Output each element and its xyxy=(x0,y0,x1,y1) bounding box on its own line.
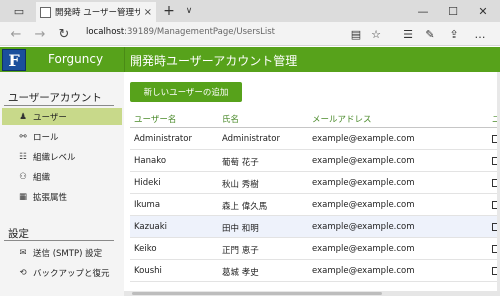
window-maximize-button[interactable]: ☐ xyxy=(438,0,468,22)
browser-tab[interactable]: 開発時 ユーザー管理サービ × xyxy=(36,2,156,22)
cell-email: example@example.com xyxy=(312,244,415,254)
cell-username: Kazuaki xyxy=(134,222,167,232)
favorite-star-icon[interactable]: ☆ xyxy=(366,22,386,46)
sidebar-item-extended-attributes[interactable]: ▦ 拡張属性 xyxy=(0,188,124,205)
cell-email: example@example.com xyxy=(312,134,415,144)
table-row[interactable]: Koushi 葛城 孝史 example@example.com xyxy=(130,260,500,282)
more-options-icon[interactable]: … xyxy=(470,22,490,46)
brand-name: Forguncy xyxy=(48,52,104,66)
tab-title: 開発時 ユーザー管理サービ xyxy=(55,8,140,18)
org-level-icon: ☷ xyxy=(19,151,27,162)
main-content: 新しいユーザーの追加 ユーザー名 氏名 メールアドレス ユ Administra… xyxy=(124,72,500,296)
page-favicon-icon xyxy=(40,6,51,18)
window-close-button[interactable]: ✕ xyxy=(468,0,498,22)
sidebar-item-backup-restore[interactable]: ⟲ バックアップと復元 xyxy=(0,264,124,281)
cell-email: example@example.com xyxy=(312,266,415,276)
cell-fullname: 田中 和明 xyxy=(222,224,259,234)
table-row[interactable]: Kazuaki 田中 和明 example@example.com xyxy=(130,216,500,238)
sidebar-item-roles[interactable]: ⚯ ロール xyxy=(0,128,124,145)
sidebar-item-organizations[interactable]: ⚇ 組織 xyxy=(0,168,124,185)
sidebar-item-label: ユーザー xyxy=(33,112,67,123)
sidebar-item-label: 組織 xyxy=(33,172,51,183)
table-row[interactable]: Ikuma 森上 偉久馬 example@example.com xyxy=(130,194,500,216)
horizontal-scrollbar[interactable] xyxy=(124,291,500,296)
users-table: ユーザー名 氏名 メールアドレス ユ Administrator Adminis… xyxy=(130,108,500,282)
hub-icon[interactable]: ☰ xyxy=(398,22,418,46)
back-arrow-icon[interactable]: ← xyxy=(4,22,28,46)
cell-fullname: 秋山 秀樹 xyxy=(222,180,259,190)
table-row[interactable]: Administrator Administrator example@exam… xyxy=(130,128,500,150)
horizontal-scrollbar-thumb[interactable] xyxy=(132,292,382,295)
url-field[interactable]: localhost:39189/ManagementPage/UsersList xyxy=(86,27,275,37)
share-icon[interactable]: ⇪ xyxy=(444,22,464,46)
user-icon: ♟ xyxy=(19,111,27,122)
web-note-icon[interactable]: ✎ xyxy=(420,22,440,46)
sidebar-item-label: バックアップと復元 xyxy=(33,268,110,279)
tab-close-icon[interactable]: × xyxy=(144,7,152,18)
mail-icon: ✉ xyxy=(19,247,27,258)
page-title: 開発時ユーザーアカウント管理 xyxy=(130,54,298,68)
reading-view-icon[interactable]: ▤ xyxy=(346,22,366,46)
url-host: localhost xyxy=(86,27,125,37)
forguncy-logo: F xyxy=(2,49,26,71)
cell-username: Hanako xyxy=(134,156,167,166)
forward-arrow-icon[interactable]: → xyxy=(28,22,52,46)
cell-username: Hideki xyxy=(134,178,161,188)
sidebar: ユーザーアカウント ♟ ユーザー ⚯ ロール ☷ 組織レベル ⚇ 組織 ▦ 拡張… xyxy=(0,72,124,296)
cell-fullname: Administrator xyxy=(222,134,280,144)
app-header: F Forguncy 開発時ユーザーアカウント管理 xyxy=(0,47,500,72)
table-row[interactable]: Hanako 葡萄 花子 example@example.com xyxy=(130,150,500,172)
header-divider xyxy=(124,47,125,72)
url-path: :39189/ManagementPage/UsersList xyxy=(124,27,276,37)
cell-username: Koushi xyxy=(134,266,162,276)
cell-email: example@example.com xyxy=(312,156,415,166)
sidebar-item-org-levels[interactable]: ☷ 組織レベル xyxy=(0,148,124,165)
column-header-fullname[interactable]: 氏名 xyxy=(222,113,239,125)
window-minimize-button[interactable]: — xyxy=(408,0,438,22)
sidebar-divider xyxy=(4,105,114,106)
sidebar-item-label: ロール xyxy=(33,132,59,143)
cell-email: example@example.com xyxy=(312,222,415,232)
table-row[interactable]: Keiko 正門 恵子 example@example.com xyxy=(130,238,500,260)
tab-actions-icon[interactable]: ▭ xyxy=(8,0,30,22)
backup-icon: ⟲ xyxy=(19,267,27,278)
org-icon: ⚇ xyxy=(19,171,27,182)
cell-email: example@example.com xyxy=(312,200,415,210)
table-header: ユーザー名 氏名 メールアドレス ユ xyxy=(130,108,500,128)
column-header-email[interactable]: メールアドレス xyxy=(312,113,372,125)
sidebar-item-label: 送信 (SMTP) 設定 xyxy=(33,248,103,259)
cell-username: Ikuma xyxy=(134,200,161,210)
add-user-button[interactable]: 新しいユーザーの追加 xyxy=(130,82,242,102)
cell-fullname: 葛城 孝史 xyxy=(222,268,259,278)
tab-menu-chevron-icon[interactable]: ∨ xyxy=(180,0,198,22)
column-header-username[interactable]: ユーザー名 xyxy=(134,113,176,125)
sidebar-divider xyxy=(4,240,114,241)
cell-email: example@example.com xyxy=(312,178,415,188)
refresh-icon[interactable]: ↻ xyxy=(52,22,76,46)
cell-fullname: 正門 恵子 xyxy=(222,246,259,256)
cell-fullname: 森上 偉久馬 xyxy=(222,202,268,212)
new-tab-button[interactable]: + xyxy=(160,0,178,22)
extension-icon: ▦ xyxy=(18,191,28,202)
sidebar-section-accounts: ユーザーアカウント xyxy=(8,92,102,104)
sidebar-item-label: 拡張属性 xyxy=(33,192,68,203)
cell-username: Keiko xyxy=(134,244,157,254)
sidebar-item-label: 組織レベル xyxy=(33,152,76,163)
sidebar-section-settings: 設定 xyxy=(8,228,29,240)
sidebar-item-smtp-settings[interactable]: ✉ 送信 (SMTP) 設定 xyxy=(0,244,124,261)
cell-username: Administrator xyxy=(134,134,192,144)
table-row[interactable]: Hideki 秋山 秀樹 example@example.com xyxy=(130,172,500,194)
address-bar: ← → ↻ localhost:39189/ManagementPage/Use… xyxy=(0,22,500,46)
browser-titlebar: ▭ 開発時 ユーザー管理サービ × + ∨ — ☐ ✕ xyxy=(0,0,500,22)
cell-fullname: 葡萄 花子 xyxy=(222,158,259,168)
sidebar-item-users[interactable]: ♟ ユーザー xyxy=(2,108,122,125)
role-icon: ⚯ xyxy=(19,131,27,142)
